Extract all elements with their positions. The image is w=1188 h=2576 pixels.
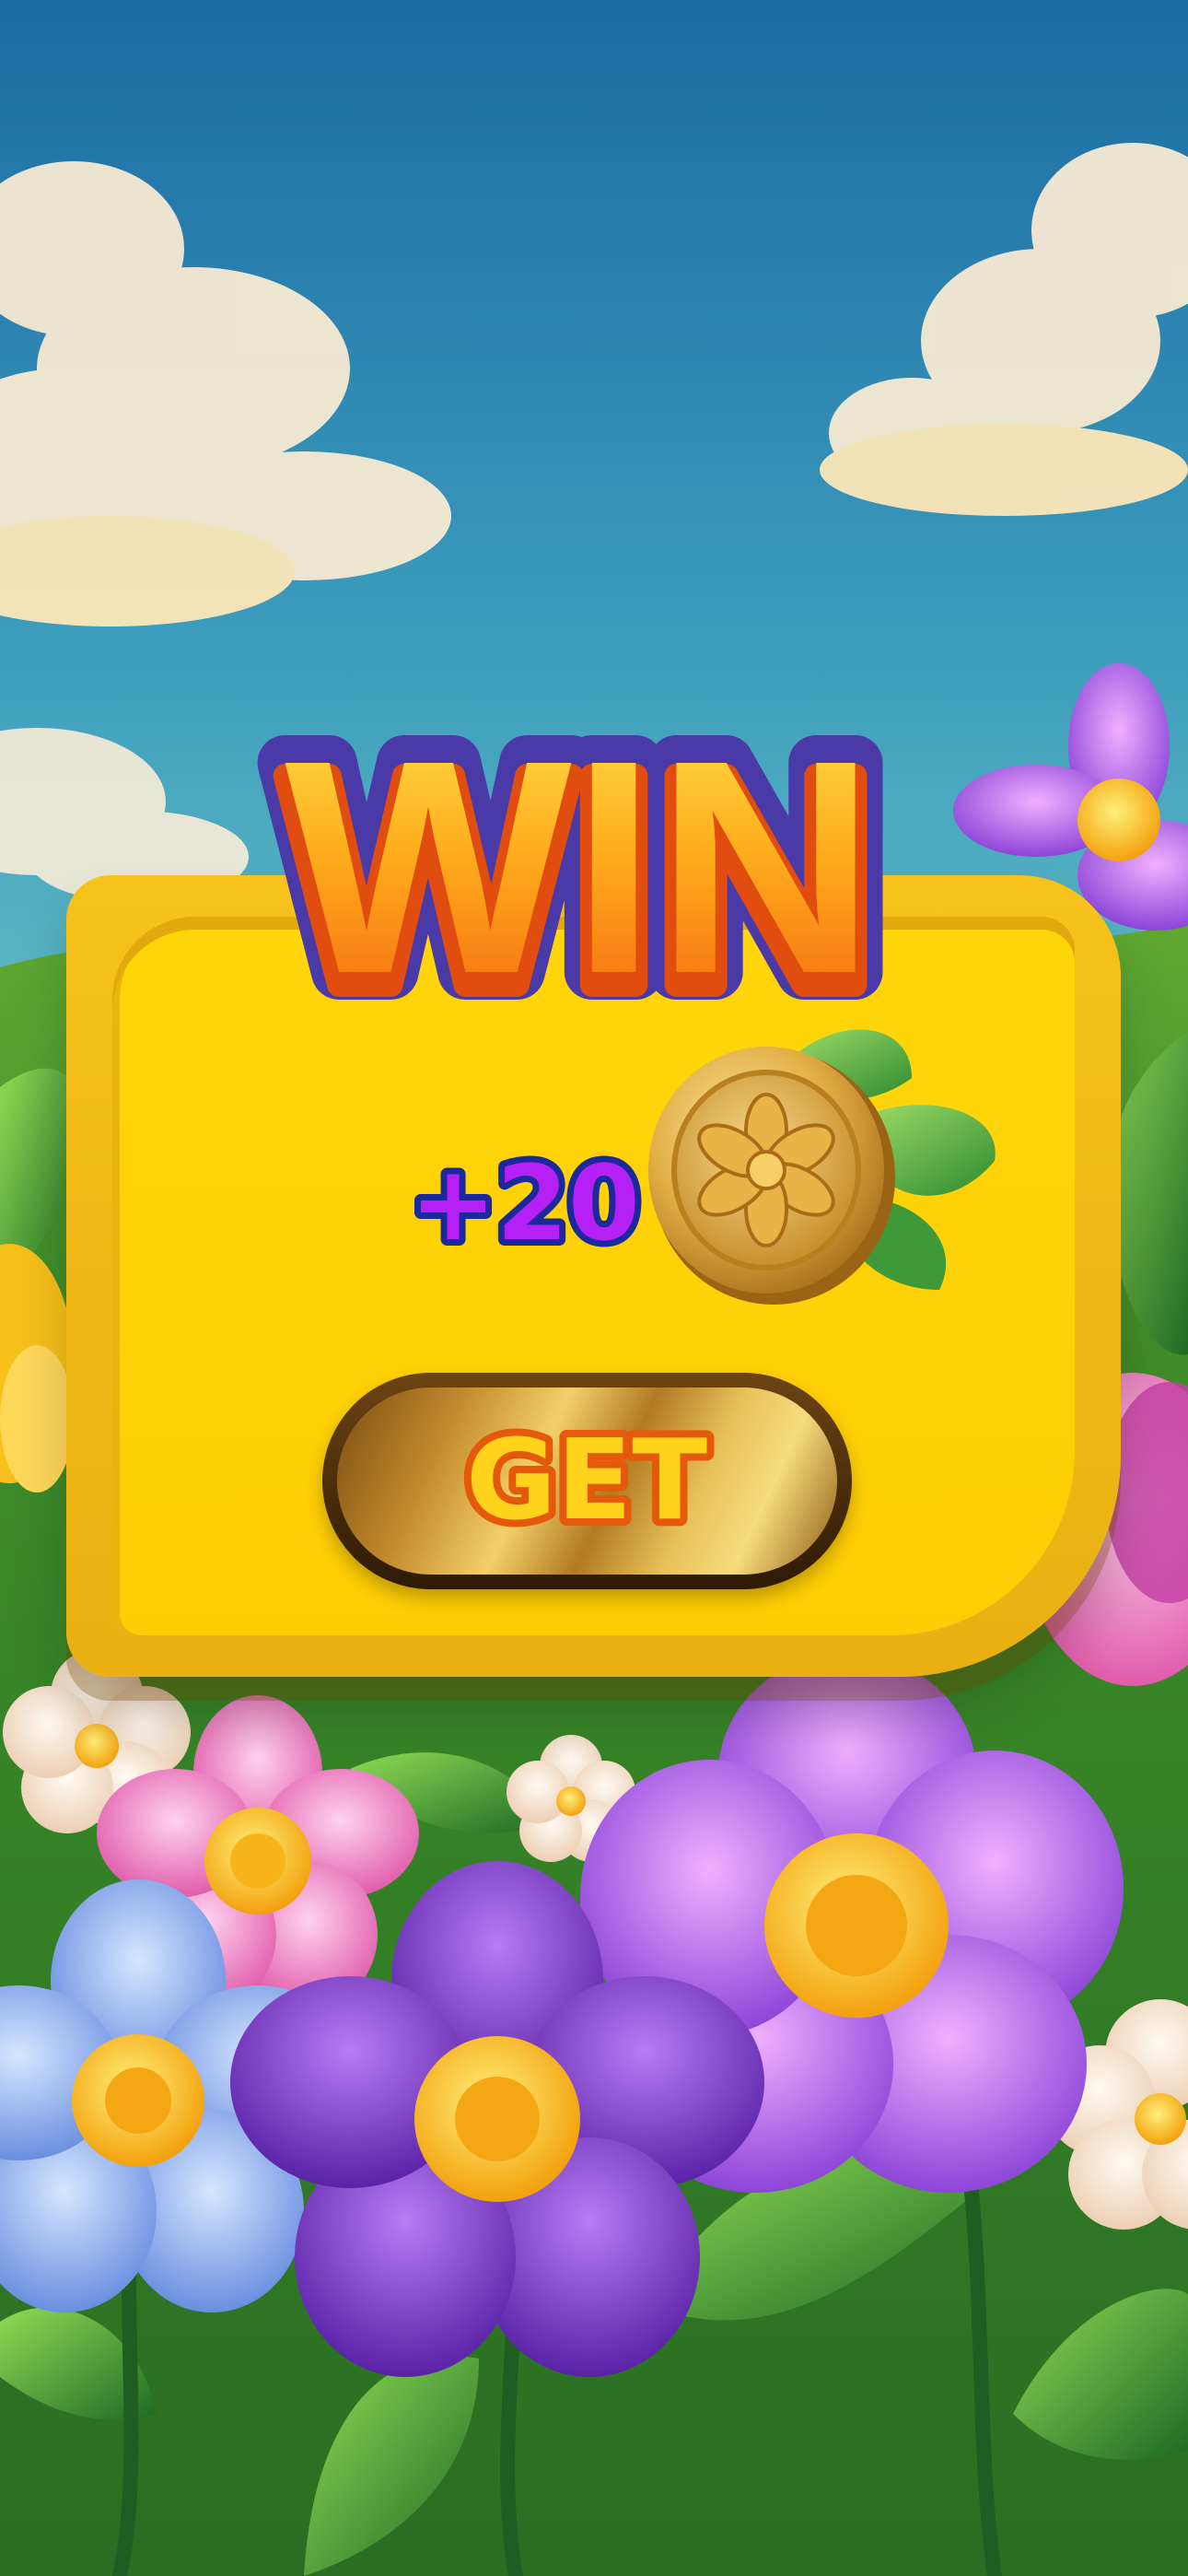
reward-amount: +20 <box>405 1138 645 1267</box>
win-screen: WIN WIN WIN +20 GET <box>0 0 1188 2576</box>
flower-coin-icon <box>648 1029 996 1305</box>
win-title-text: WIN <box>285 697 875 1036</box>
get-button-label-svg: GET <box>459 1410 715 1552</box>
get-button-label: GET <box>466 1417 707 1545</box>
reward-amount-text: +20 <box>410 1144 640 1264</box>
get-button[interactable]: GET <box>322 1373 852 1589</box>
win-title: WIN WIN WIN <box>257 669 903 1064</box>
get-button-face[interactable]: GET <box>337 1388 837 1575</box>
